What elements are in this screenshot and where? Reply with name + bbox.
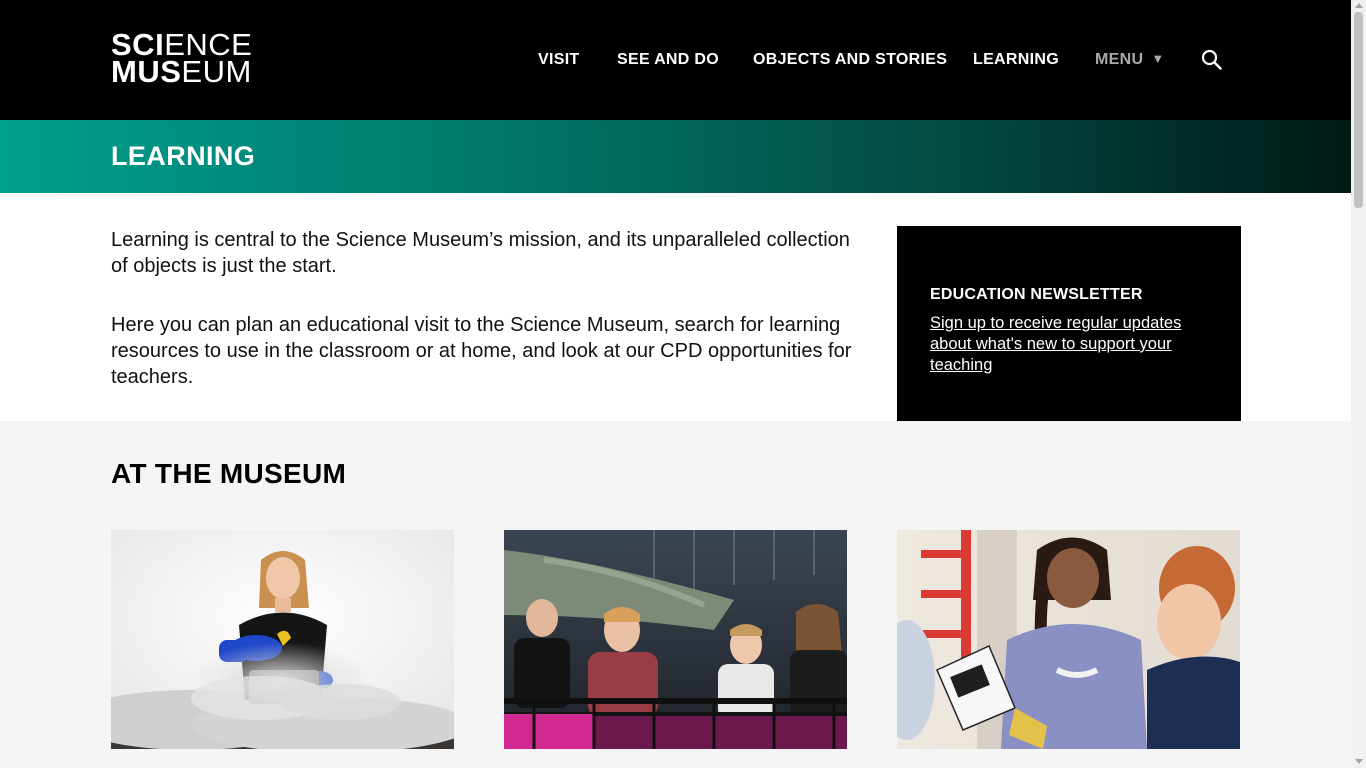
nav-learning[interactable]: LEARNING	[973, 0, 1059, 120]
at-the-museum-heading: AT THE MUSEUM	[111, 458, 347, 489]
logo-line-2: MUSEUM	[111, 54, 252, 89]
nav-visit[interactable]: VISIT	[538, 0, 580, 120]
nav-objects-and-stories[interactable]: OBJECTS AND STORIES	[753, 0, 947, 120]
newsletter-signup-link[interactable]: Sign up to receive regular updates about…	[930, 313, 1190, 376]
card-3-image	[897, 530, 1240, 749]
intro-paragraph-2: Here you can plan an educational visit t…	[111, 314, 852, 388]
menu-button[interactable]: MENU ▼	[1095, 0, 1164, 120]
nav-see-and-do[interactable]: SEE AND DO	[617, 0, 719, 120]
museum-card-1[interactable]	[111, 530, 454, 749]
museum-card-3[interactable]	[897, 530, 1240, 749]
museum-card-2[interactable]	[504, 530, 847, 749]
menu-label: MENU	[1095, 51, 1144, 68]
scrollbar-thumb[interactable]	[1354, 12, 1363, 208]
intro-paragraph-1: Learning is central to the Science Museu…	[111, 229, 850, 277]
page-title: LEARNING	[111, 141, 256, 171]
newsletter-heading: EDUCATION NEWSLETTER	[930, 286, 1143, 303]
science-museum-logo[interactable]: SCIENCE MUSEUM	[111, 29, 252, 89]
scroll-up-icon[interactable]	[1355, 3, 1363, 8]
newsletter-box: EDUCATION NEWSLETTER Sign up to receive …	[897, 226, 1241, 421]
page: SCIENCE MUSEUM VISIT SEE AND DO OBJECTS …	[0, 0, 1351, 768]
search-button[interactable]	[1200, 48, 1224, 72]
chevron-down-icon: ▼	[1151, 50, 1165, 66]
page-title-band: LEARNING	[0, 120, 1351, 193]
scrollbar[interactable]	[1351, 0, 1366, 768]
card-1-image	[111, 530, 454, 749]
intro-section: Learning is central to the Science Museu…	[0, 193, 1351, 421]
search-icon	[1201, 49, 1222, 70]
card-2-image	[504, 530, 847, 749]
scroll-down-icon[interactable]	[1355, 759, 1363, 764]
site-header: SCIENCE MUSEUM VISIT SEE AND DO OBJECTS …	[0, 0, 1351, 120]
